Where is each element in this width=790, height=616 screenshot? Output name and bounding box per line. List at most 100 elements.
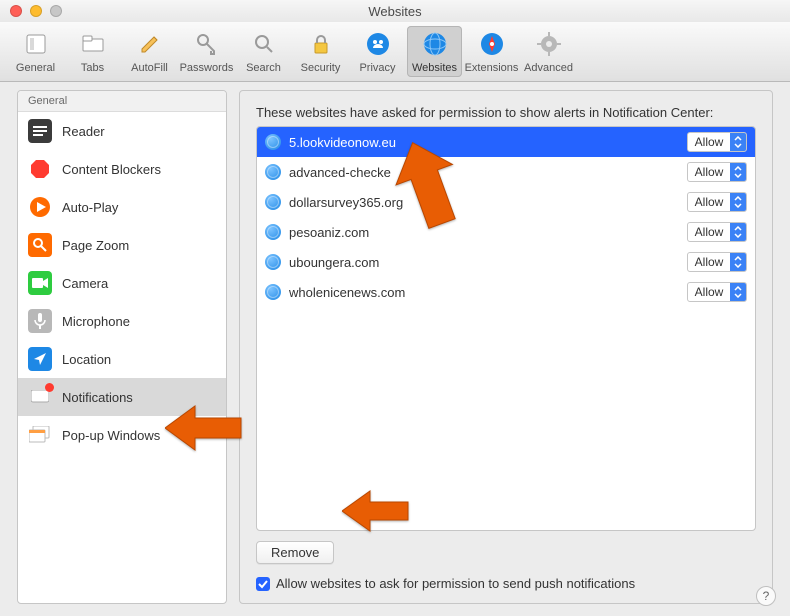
chevron-updown-icon xyxy=(730,223,746,241)
toolbar-security[interactable]: Security xyxy=(293,26,348,77)
sidebar-item-label: Microphone xyxy=(62,314,130,329)
tabs-icon xyxy=(79,30,107,58)
website-name: wholenicenews.com xyxy=(289,285,687,300)
sidebar-header: General xyxy=(18,91,226,112)
checkbox-label: Allow websites to ask for permission to … xyxy=(276,576,635,591)
windows-icon xyxy=(28,423,52,447)
toolbar-label: Privacy xyxy=(359,62,395,74)
sidebar-item-popup-windows[interactable]: Pop-up Windows xyxy=(18,416,226,454)
globe-icon xyxy=(421,30,449,58)
sidebar-item-label: Location xyxy=(62,352,111,367)
microphone-icon xyxy=(28,309,52,333)
permission-select[interactable]: Allow xyxy=(687,222,747,242)
globe-icon xyxy=(265,134,281,150)
website-name: advanced-checke xyxy=(289,165,687,180)
sidebar-item-notifications[interactable]: Notifications xyxy=(18,378,226,416)
sidebar-item-auto-play[interactable]: Auto-Play xyxy=(18,188,226,226)
help-button[interactable]: ? xyxy=(756,586,776,606)
toolbar-label: General xyxy=(16,62,55,74)
toolbar-advanced[interactable]: Advanced xyxy=(521,26,576,77)
toolbar-websites[interactable]: Websites xyxy=(407,26,462,77)
toolbar-label: Websites xyxy=(412,62,457,74)
website-name: pesoaniz.com xyxy=(289,225,687,240)
toolbar-passwords[interactable]: Passwords xyxy=(179,26,234,77)
sidebar-item-label: Notifications xyxy=(62,390,133,405)
remove-button[interactable]: Remove xyxy=(256,541,334,564)
location-icon xyxy=(28,347,52,371)
permission-label: Allow xyxy=(688,193,730,211)
globe-icon xyxy=(265,284,281,300)
allow-permission-checkbox-row[interactable]: Allow websites to ask for permission to … xyxy=(256,576,635,591)
preferences-toolbar: General Tabs AutoFill Passwords Search S… xyxy=(0,22,790,82)
sidebar-item-label: Pop-up Windows xyxy=(62,428,160,443)
sidebar-item-label: Reader xyxy=(62,124,105,139)
permission-label: Allow xyxy=(688,283,730,301)
sidebar-item-page-zoom[interactable]: Page Zoom xyxy=(18,226,226,264)
toolbar-label: Passwords xyxy=(180,62,234,74)
globe-icon xyxy=(265,164,281,180)
permission-select[interactable]: Allow xyxy=(687,192,747,212)
toolbar-label: Tabs xyxy=(81,62,104,74)
sidebar-item-reader[interactable]: Reader xyxy=(18,112,226,150)
website-row[interactable]: 5.lookvideonow.eu Allow xyxy=(257,127,755,157)
globe-icon xyxy=(265,224,281,240)
website-row[interactable]: dollarsurvey365.org Allow xyxy=(257,187,755,217)
toolbar-label: Advanced xyxy=(524,62,573,74)
stop-icon xyxy=(28,157,52,181)
sidebar-item-camera[interactable]: Camera xyxy=(18,264,226,302)
toolbar-autofill[interactable]: AutoFill xyxy=(122,26,177,77)
website-name: uboungera.com xyxy=(289,255,687,270)
permission-select[interactable]: Allow xyxy=(687,282,747,302)
help-label: ? xyxy=(763,589,770,603)
reader-icon xyxy=(28,119,52,143)
toolbar-general[interactable]: General xyxy=(8,26,63,77)
lock-icon xyxy=(307,30,335,58)
search-icon xyxy=(250,30,278,58)
play-icon xyxy=(28,195,52,219)
permission-select[interactable]: Allow xyxy=(687,252,747,272)
toolbar-extensions[interactable]: Extensions xyxy=(464,26,519,77)
camera-icon xyxy=(28,271,52,295)
toolbar-privacy[interactable]: Privacy xyxy=(350,26,405,77)
titlebar: Websites xyxy=(0,0,790,22)
permission-select[interactable]: Allow xyxy=(687,162,747,182)
sidebar-item-microphone[interactable]: Microphone xyxy=(18,302,226,340)
website-name: dollarsurvey365.org xyxy=(289,195,687,210)
chevron-updown-icon xyxy=(730,253,746,271)
pencil-icon xyxy=(136,30,164,58)
permission-label: Allow xyxy=(688,133,730,151)
toolbar-label: Search xyxy=(246,62,281,74)
permission-label: Allow xyxy=(688,223,730,241)
website-list: 5.lookvideonow.eu Allow advanced-checke … xyxy=(256,126,756,531)
notifications-icon xyxy=(28,385,52,409)
gear-icon xyxy=(535,30,563,58)
toolbar-label: Security xyxy=(301,62,341,74)
chevron-updown-icon xyxy=(730,163,746,181)
switch-icon xyxy=(22,30,50,58)
main-panel: General Reader Content Blockers Auto-Pla… xyxy=(17,90,773,604)
globe-icon xyxy=(265,194,281,210)
privacy-icon xyxy=(364,30,392,58)
content-description: These websites have asked for permission… xyxy=(256,105,756,120)
website-row[interactable]: advanced-checke Allow xyxy=(257,157,755,187)
chevron-updown-icon xyxy=(730,283,746,301)
permission-label: Allow xyxy=(688,163,730,181)
toolbar-tabs[interactable]: Tabs xyxy=(65,26,120,77)
website-row[interactable]: wholenicenews.com Allow xyxy=(257,277,755,307)
sidebar-item-label: Page Zoom xyxy=(62,238,129,253)
sidebar-item-label: Auto-Play xyxy=(62,200,118,215)
sidebar-item-content-blockers[interactable]: Content Blockers xyxy=(18,150,226,188)
checkbox-checked-icon[interactable] xyxy=(256,577,270,591)
sidebar-item-location[interactable]: Location xyxy=(18,340,226,378)
toolbar-label: Extensions xyxy=(465,62,519,74)
toolbar-search[interactable]: Search xyxy=(236,26,291,77)
website-row[interactable]: pesoaniz.com Allow xyxy=(257,217,755,247)
permission-label: Allow xyxy=(688,253,730,271)
content-area: These websites have asked for permission… xyxy=(239,90,773,604)
bottom-controls: Remove Allow websites to ask for permiss… xyxy=(256,531,756,591)
permission-select[interactable]: Allow xyxy=(687,132,747,152)
website-row[interactable]: uboungera.com Allow xyxy=(257,247,755,277)
website-name: 5.lookvideonow.eu xyxy=(289,135,687,150)
toolbar-label: AutoFill xyxy=(131,62,168,74)
sidebar-item-label: Content Blockers xyxy=(62,162,161,177)
